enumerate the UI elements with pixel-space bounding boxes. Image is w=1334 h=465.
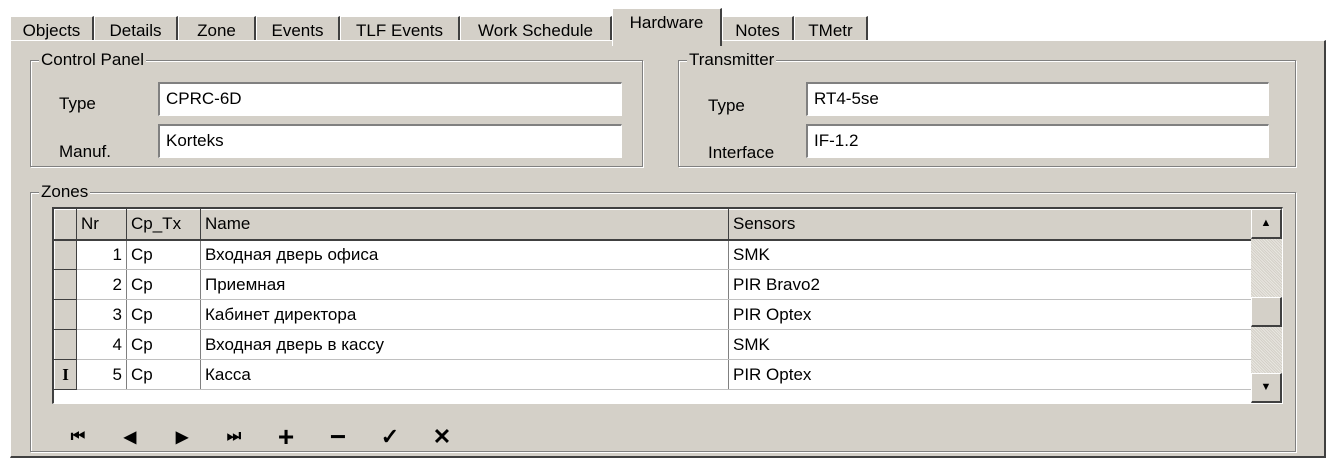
cp-type-field[interactable]: CPRC-6D — [158, 82, 622, 116]
zones-title: Zones — [39, 182, 91, 202]
cell-sensors[interactable]: PIR Optex — [728, 299, 1253, 330]
table-row[interactable]: 2 Cp Приемная PIR Bravo2 — [54, 269, 1253, 300]
cell-cp-tx[interactable]: Cp — [126, 269, 201, 300]
cell-name[interactable]: Кабинет директора — [200, 299, 729, 330]
cell-sensors[interactable]: SMK — [728, 329, 1253, 360]
cell-name[interactable]: Приемная — [200, 269, 729, 300]
cp-type-label: Type — [59, 94, 96, 113]
zones-grid[interactable]: Nr Cp_Tx Name Sensors 1 Cp Входная дверь… — [52, 207, 1283, 404]
nav-prior-icon[interactable]: ◀ — [104, 420, 156, 454]
cell-sensors[interactable]: PIR Optex — [728, 359, 1253, 390]
cell-cp-tx[interactable]: Cp — [126, 299, 201, 330]
cell-nr[interactable]: 1 — [76, 239, 127, 270]
cp-manuf-label: Manuf. — [59, 142, 111, 161]
table-row[interactable]: 4 Cp Входная дверь в кассу SMK — [54, 329, 1253, 360]
cell-nr[interactable]: 5 — [76, 359, 127, 390]
current-row-indicator-icon[interactable]: I — [54, 359, 77, 390]
nav-delete-icon[interactable]: − — [312, 420, 364, 454]
tx-type-field[interactable]: RT4-5se — [806, 82, 1269, 116]
column-header-nr[interactable]: Nr — [76, 209, 127, 241]
cp-manuf-field[interactable]: Korteks — [158, 124, 622, 158]
nav-insert-icon[interactable]: + — [260, 420, 312, 454]
column-header-name[interactable]: Name — [200, 209, 729, 241]
cell-name[interactable]: Касса — [200, 359, 729, 390]
nav-last-icon[interactable]: ⏭ — [208, 420, 260, 454]
scroll-thumb[interactable] — [1251, 297, 1282, 327]
table-row-current[interactable]: I 5 Cp Касса PIR Optex — [54, 359, 1253, 390]
row-indicator[interactable] — [54, 299, 77, 330]
nav-next-icon[interactable]: ▶ — [156, 420, 208, 454]
cell-cp-tx[interactable]: Cp — [126, 239, 201, 270]
cell-nr[interactable]: 4 — [76, 329, 127, 360]
nav-post-icon[interactable]: ✓ — [364, 420, 416, 454]
cell-name[interactable]: Входная дверь офиса — [200, 239, 729, 270]
cell-sensors[interactable]: SMK — [728, 239, 1253, 270]
cell-cp-tx[interactable]: Cp — [126, 329, 201, 360]
tab-strip: Objects Details Zone Events TLF Events W… — [10, 6, 1326, 46]
scroll-up-icon[interactable]: ▲ — [1251, 209, 1282, 239]
tab-hardware[interactable]: Hardware — [612, 8, 722, 46]
tx-interface-field[interactable]: IF-1.2 — [806, 124, 1269, 158]
nav-cancel-icon[interactable]: ✕ — [416, 420, 468, 454]
transmitter-title: Transmitter — [687, 50, 777, 70]
table-header-row: Nr Cp_Tx Name Sensors — [54, 209, 1253, 241]
row-indicator[interactable] — [54, 239, 77, 270]
cell-cp-tx[interactable]: Cp — [126, 359, 201, 390]
row-indicator[interactable] — [54, 329, 77, 360]
column-header-cp-tx[interactable]: Cp_Tx — [126, 209, 201, 241]
control-panel-title: Control Panel — [39, 50, 147, 70]
table-row[interactable]: 3 Cp Кабинет директора PIR Optex — [54, 299, 1253, 330]
scroll-down-icon[interactable]: ▼ — [1251, 373, 1282, 403]
cell-name[interactable]: Входная дверь в кассу — [200, 329, 729, 360]
row-indicator-header — [54, 209, 77, 241]
tx-interface-label: Interface — [708, 143, 775, 162]
db-navigator: ⏮ ◀ ▶ ⏭ + − ✓ ✕ — [52, 420, 468, 454]
tx-type-label: Type — [708, 96, 745, 115]
column-header-sensors[interactable]: Sensors — [728, 209, 1253, 241]
table-row[interactable]: 1 Cp Входная дверь офиса SMK — [54, 239, 1253, 270]
vertical-scrollbar[interactable]: ▲ ▼ — [1251, 209, 1282, 403]
cell-sensors[interactable]: PIR Bravo2 — [728, 269, 1253, 300]
zones-table: Nr Cp_Tx Name Sensors 1 Cp Входная дверь… — [54, 209, 1253, 390]
row-indicator[interactable] — [54, 269, 77, 300]
cell-nr[interactable]: 2 — [76, 269, 127, 300]
nav-first-icon[interactable]: ⏮ — [52, 420, 104, 454]
cell-nr[interactable]: 3 — [76, 299, 127, 330]
